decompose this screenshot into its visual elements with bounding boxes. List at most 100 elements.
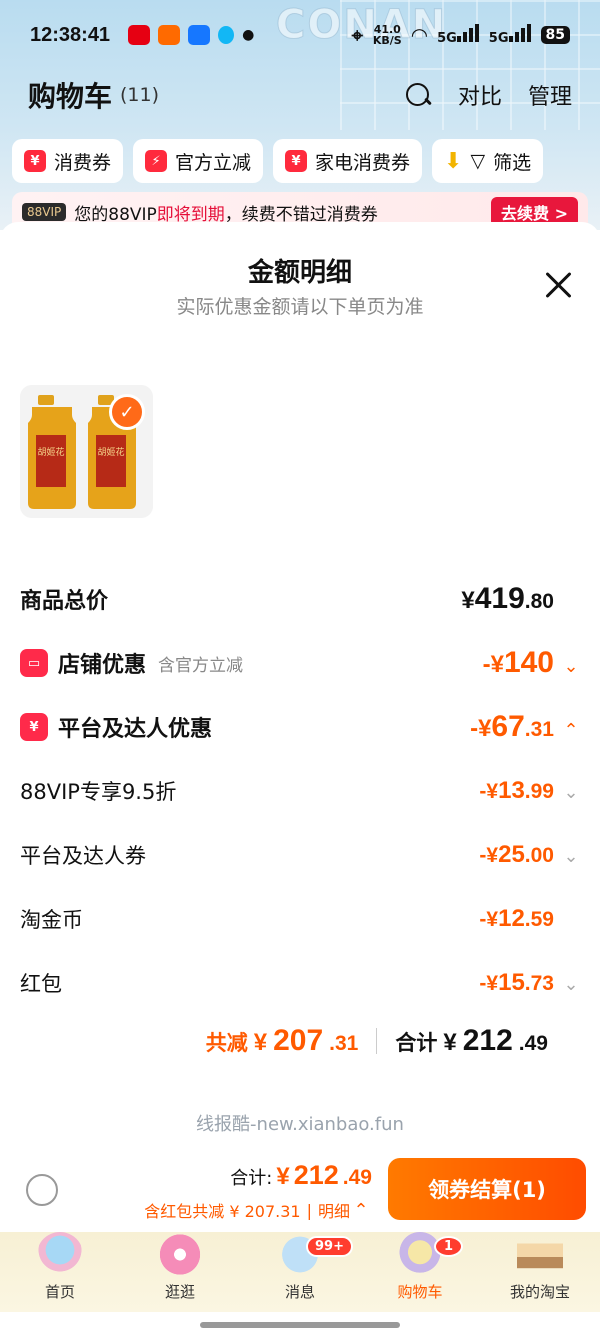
filter-chip-appliance-coupon[interactable]: ¥ 家电消费券 [273,139,423,183]
vip-text-prefix: 您的88VIP [74,204,157,225]
row-label: 平台及达人券 [20,844,146,868]
manage-button[interactable]: 管理 [528,79,572,111]
checkout-integer: 212 [293,1160,339,1190]
net-speed-unit: KB/S [372,34,402,47]
row-value: -¥ 13 .99 ⌄ [479,777,580,805]
row-value: -¥ 25 .00 ⌄ [479,841,580,869]
page-title: 购物车 [28,80,113,113]
tab-explore[interactable]: 逛逛 [120,1232,240,1312]
checkout-saved-text: 含红包共减 ¥ 207.31 [144,1202,301,1221]
filter-icon: ▽ [470,150,486,172]
checkout-separator: | [306,1200,312,1220]
row-red-packet[interactable]: 红包 -¥ 15 .73 ⌄ [20,968,580,998]
row-platform-coupon[interactable]: 平台及达人券 -¥ 25 .00 ⌄ [20,840,580,870]
tab-home[interactable]: 首页 [0,1232,120,1312]
amount-decimal: .59 [524,908,554,931]
row-label: 商品总价 [20,589,109,614]
signal-2-label: 5G [488,31,509,46]
row-88vip-discount[interactable]: 88VIP专享9.5折 -¥ 13 .99 ⌄ [20,776,580,806]
amount-integer: 419 [474,582,525,615]
sum-label: 合计 [395,1031,438,1055]
amount-integer: 12 [498,905,525,932]
filter-chip-filter[interactable]: ⬇ ▽ 筛选 [432,139,544,183]
signal-1-label: 5G [437,31,457,46]
chevron-down-icon[interactable]: ⌄ [562,846,580,867]
battery-icon: 85 [540,26,570,44]
signal-2: 5G [489,24,531,46]
filter-chip-consumer-coupon[interactable]: ¥ 消费券 [12,139,124,183]
row-value: -¥ 15 .73 ⌄ [479,969,580,997]
saved-integer: 207 [273,1024,324,1057]
tab-label: 消息 [284,1283,315,1301]
amount-integer: 15 [498,969,525,996]
checkout-total: 合计: ¥ 212 .49 [230,1160,372,1191]
tab-my-taobao[interactable]: 我的淘宝 [480,1232,600,1312]
tab-messages[interactable]: 消息 99+ [240,1232,360,1312]
location-icon: ⌖ [351,23,363,47]
chevron-up-icon[interactable]: ⌃ [352,1200,370,1221]
qq-notification-icon [218,26,235,44]
sum-integer: 212 [462,1024,513,1057]
check-icon: ✓ [109,394,145,430]
app-notification-icon [128,25,151,45]
close-icon[interactable] [544,270,574,300]
row-value: -¥ 12 .59 [479,905,580,933]
sum-decimal: .49 [518,1032,548,1055]
amount-decimal: .31 [524,718,554,741]
row-taojinbi: 淘金币 -¥ 12 .59 [20,904,580,934]
row-value: -¥ 140 ⌄ [483,646,580,680]
home-indicator[interactable] [200,1322,400,1328]
amount-detail-sheet: 金额明细 实际优惠金额请以下单页为准 胡姬花 胡姬花 ✓ 商品总价 ¥ 419 [0,222,600,1232]
status-bar: 12:38:41 ● ⌖ 41.0 KB/S ◠ 5G 5G 85 [0,18,600,52]
coupon-icon: ¥ [285,150,308,172]
checkout-button[interactable]: 领券结算(1) [388,1158,586,1220]
sum-currency: ¥ [443,1029,457,1056]
saved-currency: ¥ [253,1029,268,1056]
select-all-checkbox[interactable] [26,1174,58,1206]
amount-prefix: -¥ [470,715,492,742]
row-value: -¥ 67 .31 ⌃ [470,710,580,744]
bottle-label-text: 胡姬花 [37,446,64,458]
currency-symbol: ¥ [461,587,475,614]
row-label: 淘金币 [20,908,83,932]
search-icon[interactable] [404,81,432,109]
bottom-tab-bar: 首页 逛逛 消息 99+ 购物车 1 我的淘宝 [0,1232,600,1312]
amount-integer: 13 [498,777,525,804]
checkout-total-label: 合计: [230,1168,273,1189]
lightning-icon: ⚡ [145,150,168,172]
header-actions: 对比 管理 [404,79,572,111]
tab-label: 购物车 [397,1283,443,1301]
tab-label: 首页 [44,1283,75,1301]
checkout-currency: ¥ [276,1163,290,1190]
chevron-down-icon[interactable]: ⌄ [562,974,580,995]
filter-chip-label: 官方立减 [175,151,252,174]
row-label: 店铺优惠 [58,653,147,678]
taobao-notification-icon [158,25,181,45]
tab-cart[interactable]: 购物车 1 [360,1232,480,1312]
amount-integer: 140 [503,646,554,679]
row-label: 平台及达人优惠 [58,717,213,742]
row-platform-discount[interactable]: ¥ 平台及达人优惠 -¥ 67 .31 ⌃ [20,710,580,744]
filter-chip-official-discount[interactable]: ⚡ 官方立减 [133,139,264,183]
compare-button[interactable]: 对比 [458,79,502,111]
row-store-discount[interactable]: ▭ 店铺优惠 含官方立减 -¥ 140 ⌄ [20,646,580,680]
amount-integer: 67 [491,710,525,743]
row-note: 含官方立减 [158,655,244,676]
alipay-notification-icon [188,25,211,45]
chevron-down-icon[interactable]: ⌄ [562,656,580,677]
amount-prefix: -¥ [479,908,499,931]
coupon-icon: ¥ [24,150,46,172]
cart-badge: 1 [434,1236,464,1257]
chevron-up-icon[interactable]: ⌃ [562,720,580,741]
donut-icon [157,1232,203,1277]
signal-1: 5G [437,24,479,46]
vip-text-highlight: 即将到期 [156,204,225,225]
detail-link[interactable]: 明细 [318,1198,350,1222]
amount-decimal: .00 [524,844,554,867]
cart-character-icon [397,1232,443,1277]
amount-integer: 25 [498,841,525,868]
chevron-down-icon[interactable]: ⌄ [562,782,580,803]
amount-decimal: .73 [524,972,554,995]
tab-label: 我的淘宝 [509,1283,570,1301]
filter-chip-label: 筛选 [493,151,532,174]
